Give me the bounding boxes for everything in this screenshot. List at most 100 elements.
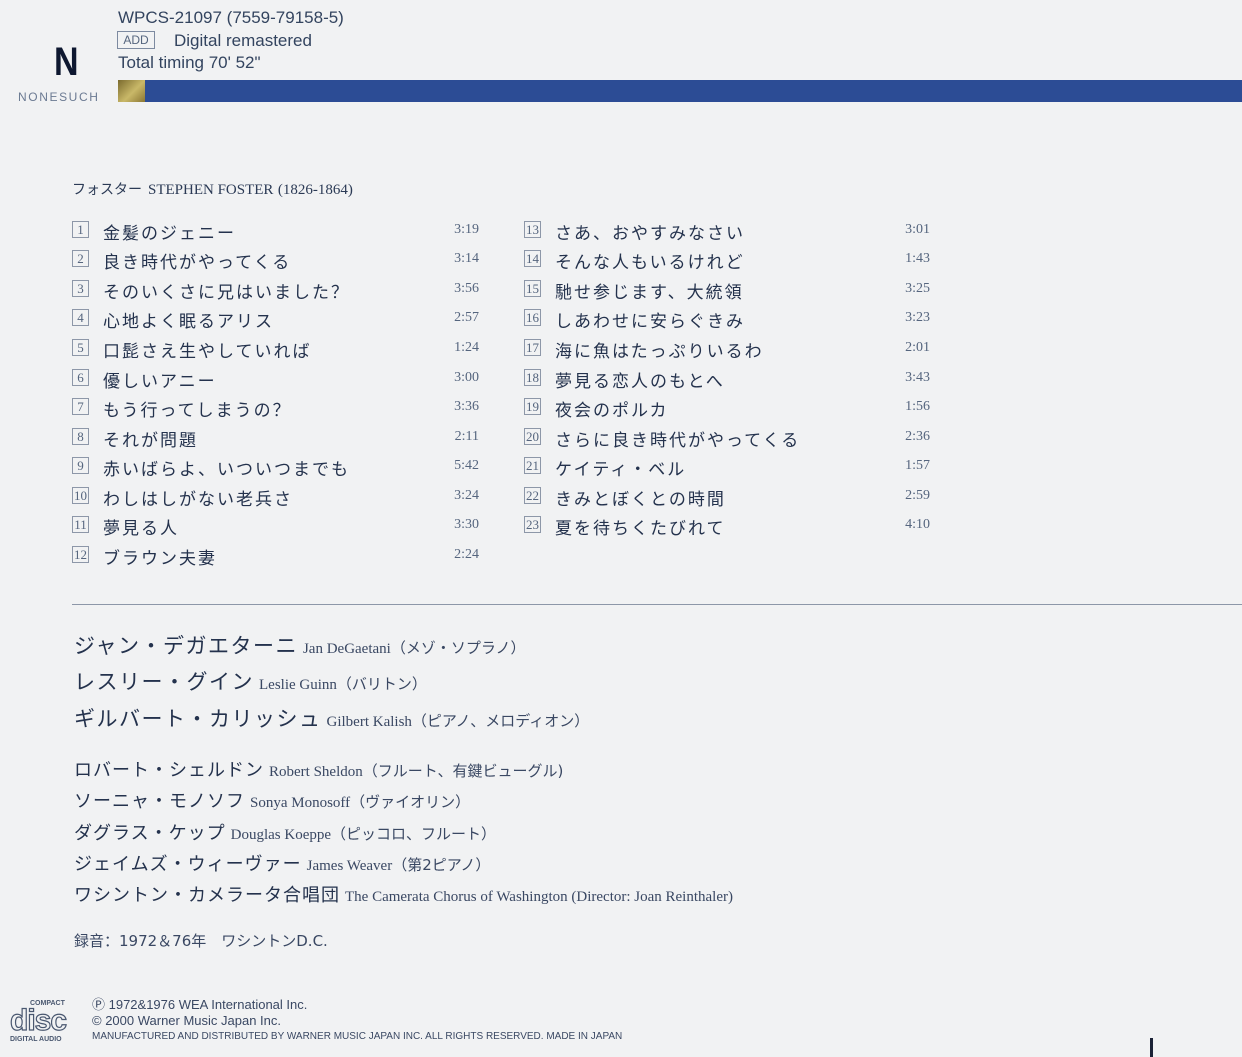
- recording-info: 録音：1972＆76年 ワシントンD.C.: [74, 932, 328, 950]
- performer-role: （第2ピアノ）: [392, 856, 491, 874]
- track-time: 3:00: [454, 370, 479, 385]
- performer-name-ja: ギルバート・カリッシュ: [74, 707, 322, 731]
- composer-ja: フォスター: [72, 182, 142, 198]
- performer-line: ソーニャ・モノソフ Sonya Monosoff（ヴァイオリン）: [74, 787, 470, 813]
- disc-logo-word: disc: [9, 1004, 67, 1037]
- track-title: 馳せ参じます、大統領: [555, 283, 744, 303]
- phonographic-copyright: Ⓟ 1972&1976 WEA International Inc.: [92, 997, 308, 1012]
- track-title: 優しいアニー: [103, 372, 217, 392]
- copyright-line: © 2000 Warner Music Japan Inc.: [92, 1013, 282, 1028]
- performer-name-ja: ジェイムズ・ウィーヴァー: [74, 854, 302, 875]
- total-timing: Total timing 70' 52": [118, 53, 261, 72]
- track-number: 6: [72, 369, 89, 386]
- composer-years: (1826-1864): [277, 182, 353, 198]
- track-title: そのいくさに兄はいました？: [103, 283, 350, 303]
- track-title: 金髪のジェニー: [103, 224, 236, 244]
- performer-name-ja: ソーニャ・モノソフ: [74, 791, 245, 812]
- track-time: 1:57: [905, 458, 930, 473]
- track-title: 夢見る人: [103, 519, 179, 539]
- track-title: 赤いばらよ、いついつまでも: [103, 460, 350, 480]
- track-title: きみとぼくとの時間: [555, 490, 726, 510]
- track-time: 3:25: [905, 281, 930, 296]
- performer-line: ギルバート・カリッシュ Gilbert Kalish（ピアノ、メロディオン）: [74, 703, 589, 733]
- nonesuch-logo-letter: N: [54, 40, 79, 84]
- track-number: 23: [524, 516, 541, 533]
- composer-line: フォスター STEPHEN FOSTER (1826-1864): [72, 179, 353, 199]
- track-number: 17: [524, 339, 541, 356]
- manufacturer-notice: MANUFACTURED AND DISTRIBUTED BY WARNER M…: [92, 1031, 623, 1042]
- performer-name-ja: ワシントン・カメラータ合唱団: [74, 885, 340, 906]
- track-number: 1: [72, 221, 89, 238]
- performer-name-ja: ロバート・シェルドン: [74, 760, 264, 781]
- edge-mark: [1150, 1038, 1153, 1057]
- track-title: 夏を待ちくたびれて: [555, 519, 726, 539]
- performer-role: （ピッコロ、フルート）: [331, 825, 497, 843]
- performer-role: （メゾ・ソプラノ）: [390, 639, 526, 657]
- track-number: 2: [72, 250, 89, 267]
- track-time: 1:56: [905, 399, 930, 414]
- performer-role: （ヴァイオリン）: [350, 793, 471, 811]
- performer-name-en: James Weaver: [306, 858, 393, 874]
- track-time: 3:14: [454, 251, 479, 266]
- gold-accent-bar: [118, 80, 145, 102]
- performer-name-en: Robert Sheldon: [269, 764, 363, 780]
- track-title: 良き時代がやってくる: [103, 253, 292, 273]
- track-number: 21: [524, 457, 541, 474]
- track-time: 2:24: [454, 547, 479, 562]
- performer-name-en: Douglas Koeppe: [230, 827, 332, 843]
- performer-line: ダグラス・ケップ Douglas Koeppe（ピッコロ、フルート）: [74, 819, 496, 845]
- performer-name-ja: レスリー・グイン: [74, 670, 254, 694]
- track-number: 13: [524, 221, 541, 238]
- track-number: 10: [72, 487, 89, 504]
- track-time: 3:30: [454, 517, 479, 532]
- performer-role: （フルート、有鍵ビューグル): [362, 762, 564, 780]
- track-time: 2:57: [454, 310, 479, 325]
- track-number: 18: [524, 369, 541, 386]
- performer-name-en: Leslie Guinn: [259, 677, 337, 693]
- track-time: 3:24: [454, 488, 479, 503]
- track-time: 2:01: [905, 340, 930, 355]
- performer-name-ja: ジャン・デガエターニ: [74, 634, 298, 658]
- track-title: そんな人もいるけれど: [555, 253, 745, 273]
- track-title: もう行ってしまうの？: [103, 401, 292, 421]
- track-time: 4:10: [905, 517, 930, 532]
- track-number: 20: [524, 428, 541, 445]
- performer-role: （ピアノ、メロディオン）: [411, 712, 590, 730]
- track-number: 22: [524, 487, 541, 504]
- blue-header-bar: [145, 80, 1242, 102]
- track-number: 9: [72, 457, 89, 474]
- track-title: さあ、おやすみなさい: [555, 224, 745, 244]
- performer-name-en: Sonya Monosoff: [250, 795, 351, 811]
- track-number: 11: [72, 516, 89, 533]
- disc-logo-bottom: DIGITAL AUDIO: [10, 1036, 62, 1043]
- track-time: 2:11: [454, 429, 479, 444]
- performer-name-en: The Camerata Chorus of Washington (Direc…: [345, 889, 733, 905]
- catalog-number: WPCS-21097 (7559-79158-5): [118, 8, 344, 27]
- remastered-label: Digital remastered: [174, 31, 312, 50]
- track-number: 7: [72, 398, 89, 415]
- track-title: 心地よく眠るアリス: [103, 312, 274, 332]
- track-time: 3:56: [454, 281, 479, 296]
- performer-line: ワシントン・カメラータ合唱団 The Camerata Chorus of Was…: [74, 881, 733, 907]
- track-number: 5: [72, 339, 89, 356]
- track-title: わしはしがない老兵さ: [103, 490, 293, 510]
- section-divider: [72, 604, 1242, 605]
- track-time: 1:24: [454, 340, 479, 355]
- track-number: 8: [72, 428, 89, 445]
- track-title: ブラウン夫妻: [103, 549, 217, 569]
- track-number: 15: [524, 280, 541, 297]
- track-number: 16: [524, 309, 541, 326]
- nonesuch-logo-wordmark: NONESUCH: [18, 90, 100, 104]
- track-time: 5:42: [454, 458, 479, 473]
- track-number: 3: [72, 280, 89, 297]
- performer-line: ロバート・シェルドン Robert Sheldon（フルート、有鍵ビューグル): [74, 756, 563, 782]
- track-number: 12: [72, 546, 89, 563]
- track-number: 4: [72, 309, 89, 326]
- track-time: 1:43: [905, 251, 930, 266]
- track-number: 14: [524, 250, 541, 267]
- track-time: 3:36: [454, 399, 479, 414]
- track-time: 2:59: [905, 488, 930, 503]
- track-title: それが問題: [103, 431, 198, 451]
- performer-name-en: Jan DeGaetani: [302, 641, 391, 657]
- track-time: 3:19: [454, 222, 479, 237]
